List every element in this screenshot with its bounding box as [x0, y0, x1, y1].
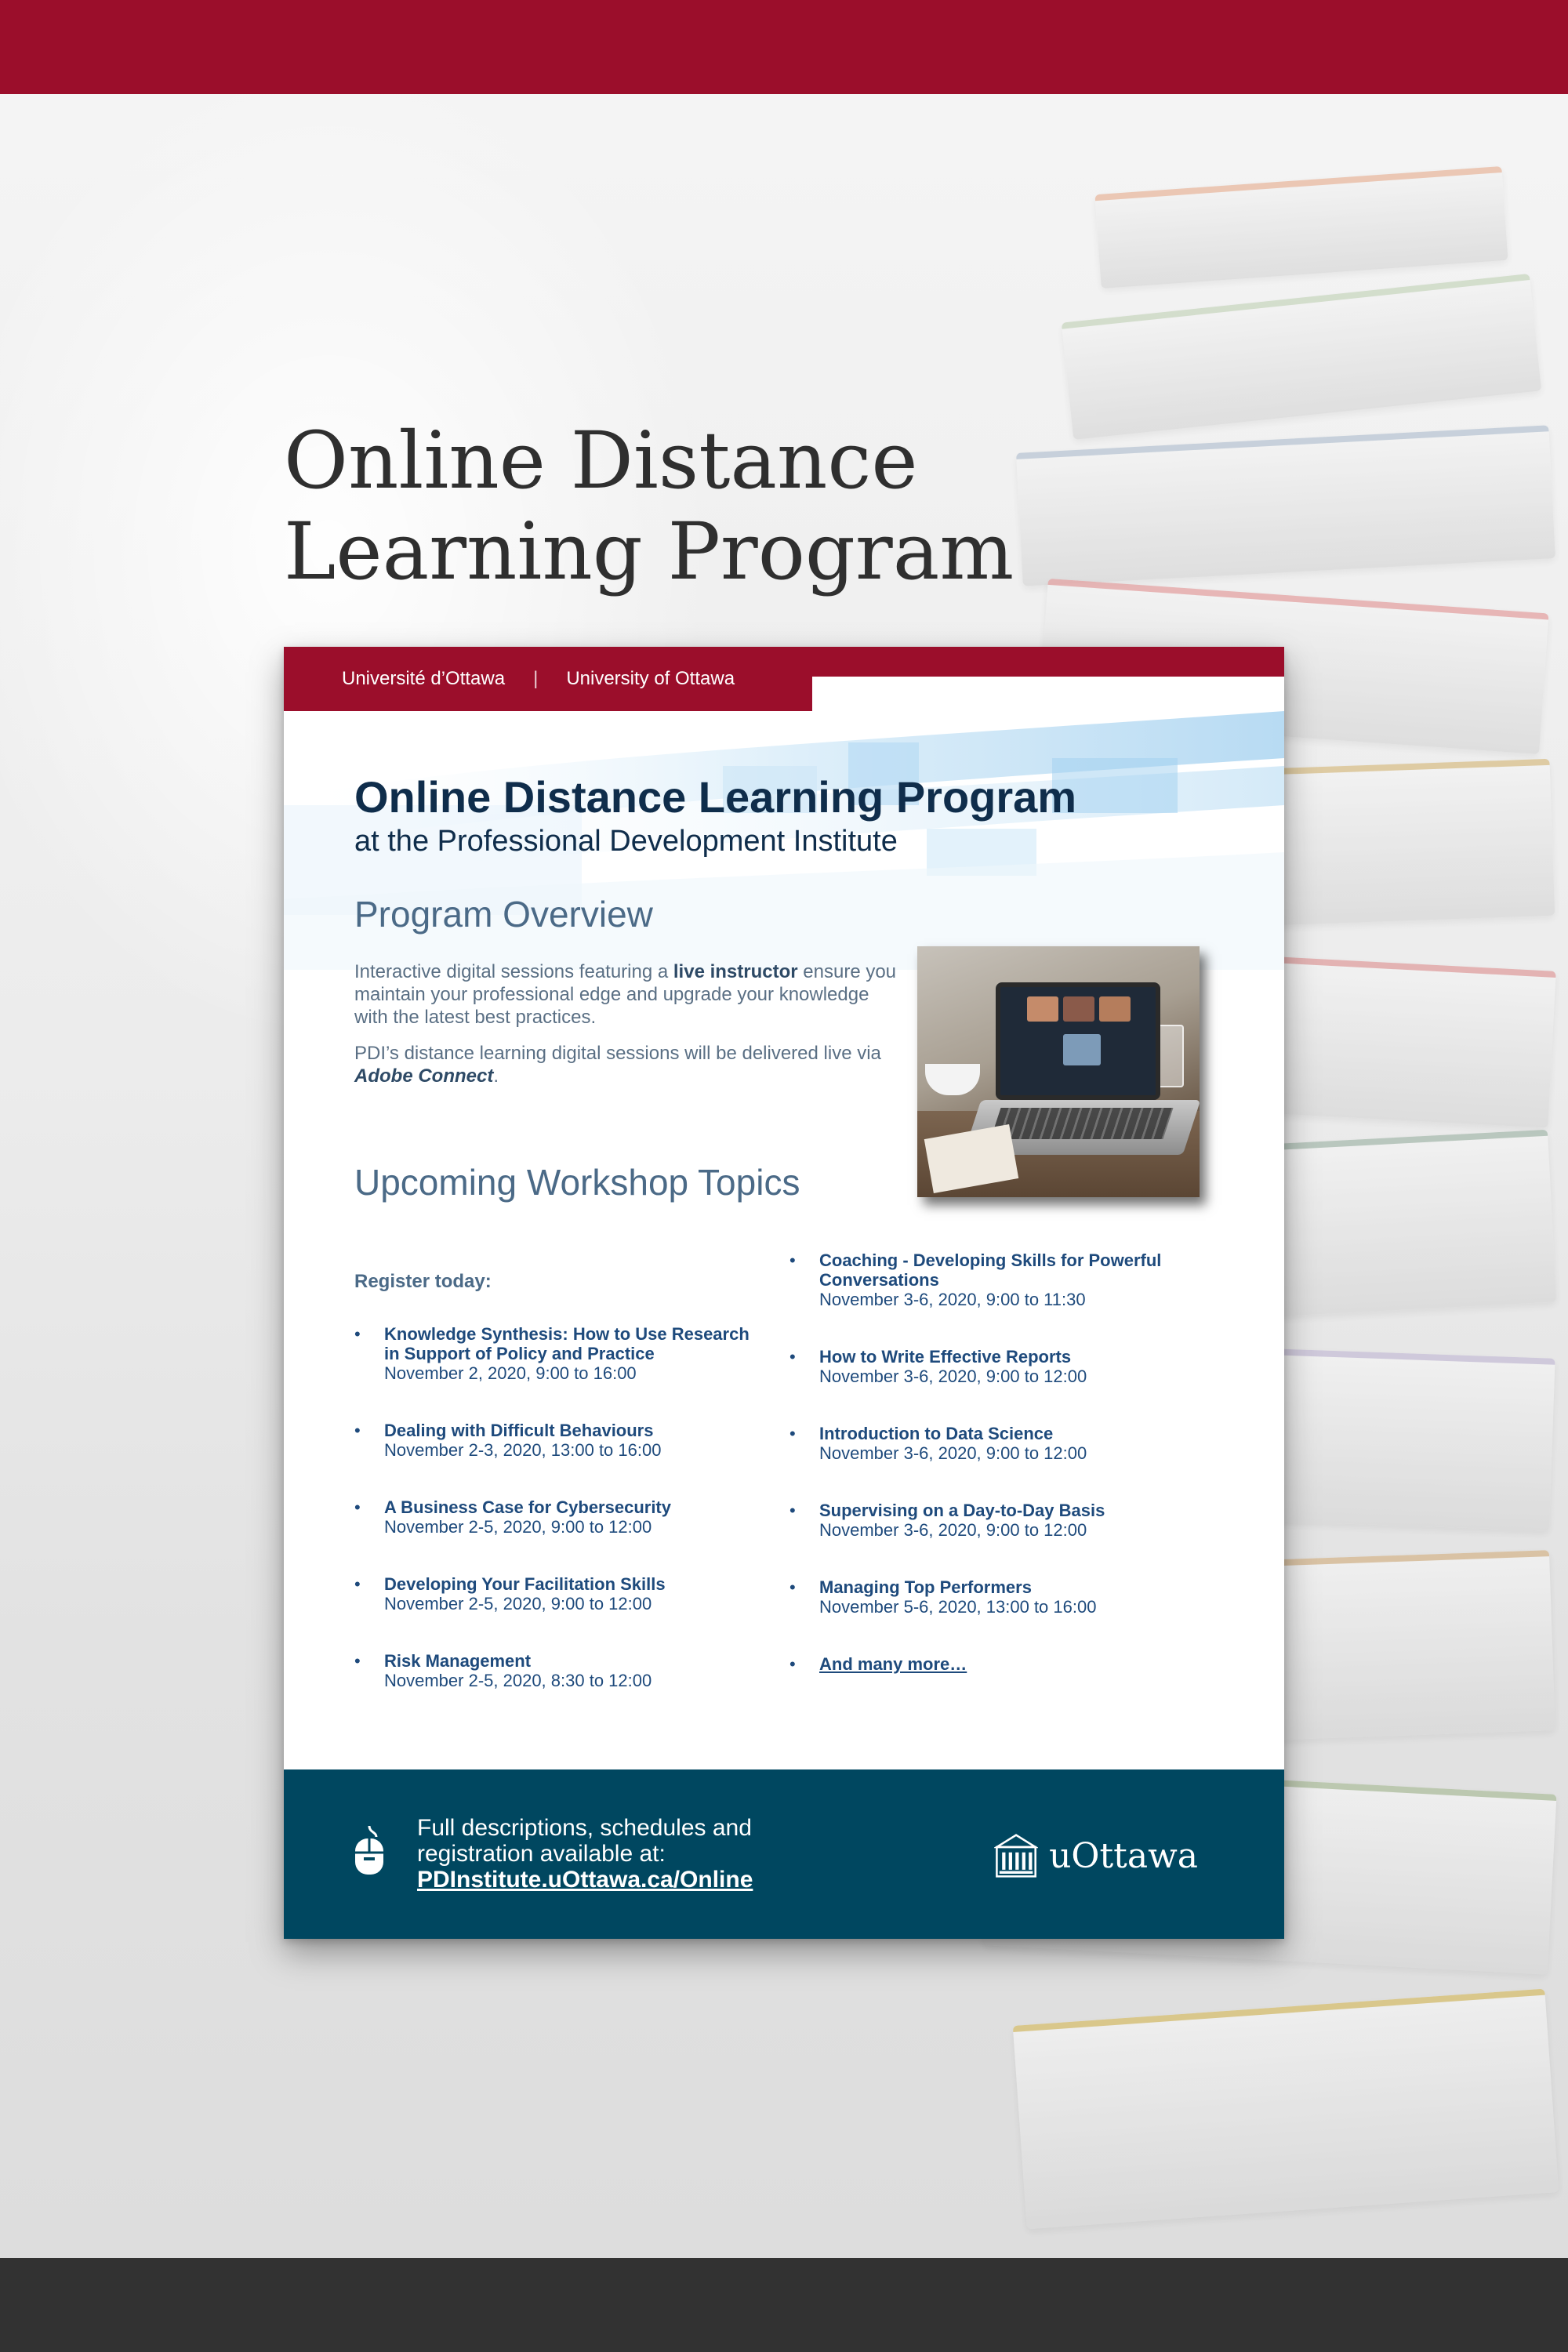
workshop-item: • A Business Case for Cybersecurity Novemb…: [354, 1497, 762, 1537]
workshop-date: November 5-6, 2020, 13:00 to 16:00: [819, 1597, 1097, 1617]
overview-paragraph-1: Interactive digital sessions featuring a…: [354, 960, 903, 1029]
bullet-marker: •: [354, 1324, 361, 1344]
workshop-item: • Coaching - Developing Skills for Powerf…: [789, 1250, 1197, 1309]
workshop-title: Risk Management: [384, 1651, 532, 1671]
workshop-title: How to Write Effective Reports: [819, 1347, 1072, 1367]
workshop-title: Introduction to Data Science: [819, 1424, 1054, 1443]
workshop-item: • Developing Your Facilitation Skills Nove…: [354, 1574, 762, 1613]
video-tile: [1063, 996, 1094, 1022]
and-many-more-link[interactable]: And many more…: [819, 1654, 967, 1674]
workshop-title: Dealing with Difficult Behaviours: [384, 1421, 654, 1440]
video-tile: [1027, 996, 1058, 1022]
workshop-date: November 2-5, 2020, 9:00 to 12:00: [384, 1517, 652, 1537]
page-title-line1: Online Distance: [284, 415, 918, 506]
uottawa-logo: uOttawa: [994, 1824, 1198, 1887]
overview-p2-text-end: .: [493, 1065, 499, 1087]
workshop-date: November 3-6, 2020, 9:00 to 11:30: [819, 1290, 1086, 1309]
footer-description: Full descriptions, schedules and registr…: [417, 1815, 752, 1867]
university-building-icon: [994, 1834, 1039, 1878]
page-title-line2: Learning Program: [284, 506, 1014, 597]
workshop-item: • Introduction to Data Science November 3-…: [789, 1424, 1197, 1463]
bottom-band: [0, 2258, 1568, 2352]
workshop-item: • Risk Management November 2-5, 2020, 8:30…: [354, 1651, 762, 1690]
flyer-university-tab: Université d’Ottawa | University of Otta…: [284, 647, 812, 711]
bullet-marker: •: [789, 1250, 796, 1270]
workshop-item: • Knowledge Synthesis: How to Use Researc…: [354, 1324, 762, 1383]
background-book: [1094, 166, 1508, 289]
bullet-marker: •: [354, 1651, 361, 1671]
background-book: [1012, 1988, 1559, 2230]
overview-p2-emphasis: Adobe Connect: [354, 1065, 494, 1087]
flyer-footer: Full descriptions, schedules and registr…: [284, 1769, 1284, 1939]
workshop-title: Supervising on a Day-to-Day Basis: [819, 1501, 1105, 1520]
overview-p1-bold: live instructor: [673, 961, 798, 982]
overview-p2-text: PDI’s distance learning digital sessions…: [354, 1043, 881, 1064]
background-book: [1016, 425, 1555, 586]
workshop-date: November 2-3, 2020, 13:00 to 16:00: [384, 1440, 662, 1460]
computer-mouse-icon: [355, 1825, 383, 1875]
workshop-list-left: • Knowledge Synthesis: How to Use Researc…: [354, 1324, 762, 1728]
bullet-marker: •: [789, 1347, 796, 1367]
video-conference-photo: [917, 946, 1200, 1197]
bullet-marker: •: [789, 1501, 796, 1520]
workshop-title: A Business Case for Cybersecurity: [384, 1497, 671, 1517]
workshop-item: • Supervising on a Day-to-Day Basis Novemb…: [789, 1501, 1197, 1540]
university-separator: |: [533, 668, 539, 689]
photo-laptop-screen: [996, 982, 1160, 1100]
and-many-more-item: • And many more…: [789, 1654, 1197, 1674]
bullet-marker: •: [354, 1421, 361, 1440]
flyer: Université d’Ottawa | University of Otta…: [284, 647, 1284, 1939]
university-name-fr: Université d’Ottawa: [342, 668, 506, 689]
workshop-title: Managing Top Performers: [819, 1577, 1032, 1597]
workshop-title: Developing Your Facilitation Skills: [384, 1574, 666, 1594]
background-book: [1061, 274, 1542, 440]
flyer-subheading: at the Professional Development Institut…: [354, 825, 898, 858]
workshop-date: November 2, 2020, 9:00 to 16:00: [384, 1363, 637, 1383]
workshop-date: November 3-6, 2020, 9:00 to 12:00: [819, 1367, 1087, 1386]
video-tile: [1063, 1034, 1101, 1065]
workshop-list-right: • Coaching - Developing Skills for Powerf…: [789, 1250, 1197, 1674]
top-brand-band: [0, 0, 1568, 94]
workshop-title: Knowledge Synthesis: How to Use Research…: [384, 1324, 750, 1363]
registration-link[interactable]: PDInstitute.uOttawa.ca/Online: [417, 1867, 753, 1893]
program-overview-heading: Program Overview: [354, 894, 653, 935]
bullet-marker: •: [789, 1577, 796, 1597]
university-name-en: University of Ottawa: [566, 668, 735, 689]
overview-p1-text: Interactive digital sessions featuring a: [354, 961, 673, 982]
photo-laptop-keyboard: [990, 1108, 1174, 1139]
workshop-item: • Dealing with Difficult Behaviours Novemb…: [354, 1421, 762, 1460]
page-title: Online Distance Learning Program: [284, 416, 1068, 597]
bullet-marker: •: [789, 1424, 796, 1443]
bullet-marker: •: [354, 1497, 361, 1517]
workshop-title: Coaching - Developing Skills for Powerfu…: [819, 1250, 1162, 1290]
workshop-date: November 3-6, 2020, 9:00 to 12:00: [819, 1443, 1087, 1463]
workshop-date: November 2-5, 2020, 9:00 to 12:00: [384, 1594, 652, 1613]
photo-cup: [925, 1064, 980, 1095]
program-overview-text: Interactive digital sessions featuring a…: [354, 960, 903, 1101]
uottawa-logo-text: uOttawa: [1049, 1835, 1198, 1876]
register-today-label: Register today:: [354, 1271, 492, 1292]
bullet-marker: •: [789, 1654, 796, 1674]
workshop-date: November 2-5, 2020, 8:30 to 12:00: [384, 1671, 652, 1690]
workshop-item: • How to Write Effective Reports November …: [789, 1347, 1197, 1386]
flyer-heading: Online Distance Learning Program: [354, 772, 1077, 822]
workshop-topics-heading: Upcoming Workshop Topics: [354, 1162, 800, 1203]
overview-paragraph-2: PDI’s distance learning digital sessions…: [354, 1042, 903, 1087]
workshop-date: November 3-6, 2020, 9:00 to 12:00: [819, 1520, 1087, 1540]
bullet-marker: •: [354, 1574, 361, 1594]
workshop-item: • Managing Top Performers November 5-6, 20…: [789, 1577, 1197, 1617]
video-tile: [1099, 996, 1131, 1022]
